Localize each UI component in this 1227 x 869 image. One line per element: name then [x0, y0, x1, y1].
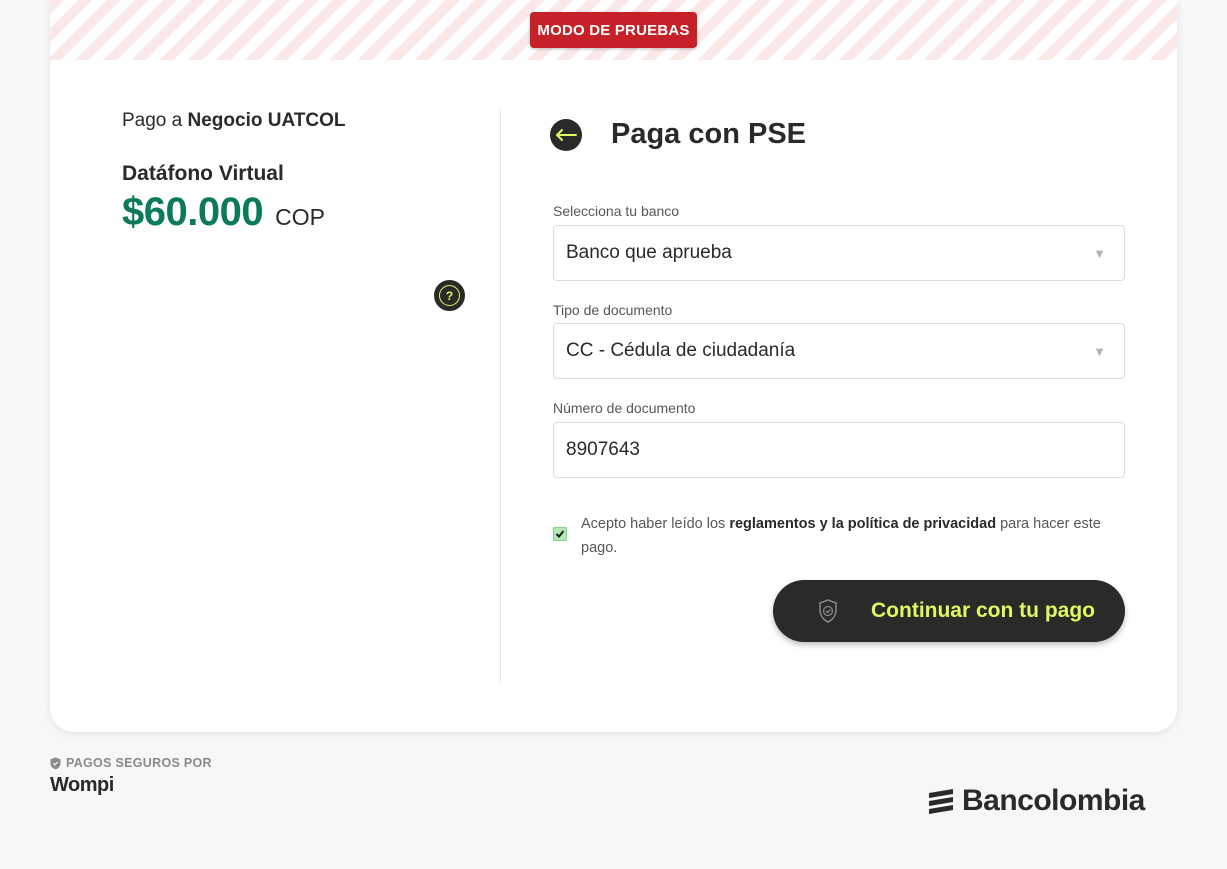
consent-row: Acepto haber leído los reglamentos y la …	[553, 512, 1125, 560]
consent-text: Acepto haber leído los reglamentos y la …	[581, 512, 1125, 560]
doc-type-select-value: CC - Cédula de ciudadanía	[566, 340, 796, 361]
consent-checkbox[interactable]	[553, 527, 567, 541]
test-mode-badge: MODO DE PRUEBAS	[530, 12, 697, 48]
bank-select-value: Banco que aprueba	[566, 242, 732, 263]
currency-code: COP	[275, 204, 325, 230]
checkmark-icon	[555, 530, 565, 538]
order-summary: Pago a Negocio UATCOL Datáfono Virtual $…	[122, 110, 472, 235]
column-divider	[500, 110, 501, 682]
product-name: Datáfono Virtual	[122, 162, 284, 185]
doc-type-label: Tipo de documento	[553, 302, 673, 318]
bancolombia-mark-icon	[929, 789, 953, 814]
arrow-left-icon	[556, 129, 577, 141]
merchant-name: Negocio UATCOL	[187, 110, 346, 131]
checkout-card: MODO DE PRUEBAS Pago a Negocio UATCOL Da…	[50, 0, 1177, 732]
wompi-logo: Wompi	[50, 774, 114, 796]
doc-type-select[interactable]: CC - Cédula de ciudadanía ▼	[553, 323, 1125, 379]
bank-label: Selecciona tu banco	[553, 203, 680, 219]
test-mode-strip: MODO DE PRUEBAS	[50, 0, 1177, 60]
shield-check-icon	[819, 599, 837, 623]
doc-number-value: 8907643	[566, 439, 640, 460]
secure-payments-badge: PAGOS SEGUROS POR	[50, 756, 212, 770]
page-title: Paga con PSE	[611, 118, 807, 150]
question-mark-glyph: ?	[439, 285, 460, 306]
bank-select[interactable]: Banco que aprueba ▼	[553, 225, 1125, 281]
pay-to-prefix: Pago a	[122, 110, 183, 131]
doc-number-label: Número de documento	[553, 400, 696, 416]
chevron-down-icon: ▼	[1093, 246, 1106, 261]
amount-value: $60.000	[122, 190, 264, 234]
terms-link[interactable]: reglamentos y la política de privacidad	[729, 516, 996, 532]
question-circle-icon[interactable]: ?	[434, 280, 465, 311]
bancolombia-wordmark: Bancolombia	[962, 784, 1145, 817]
back-button[interactable]	[550, 119, 582, 151]
continue-payment-button[interactable]: Continuar con tu pago	[773, 580, 1125, 642]
secure-payments-label: PAGOS SEGUROS POR	[66, 756, 212, 770]
doc-number-input[interactable]: 8907643	[553, 422, 1125, 478]
pay-to-line: Pago a Negocio UATCOL	[122, 110, 472, 132]
bancolombia-logo: Bancolombia	[926, 784, 1145, 818]
chevron-down-icon: ▼	[1093, 344, 1106, 359]
consent-prefix: Acepto haber leído los	[581, 516, 726, 532]
amount-row: $60.000 COP	[122, 190, 472, 235]
continue-button-label: Continuar con tu pago	[871, 599, 1095, 622]
shield-icon	[50, 757, 61, 769]
